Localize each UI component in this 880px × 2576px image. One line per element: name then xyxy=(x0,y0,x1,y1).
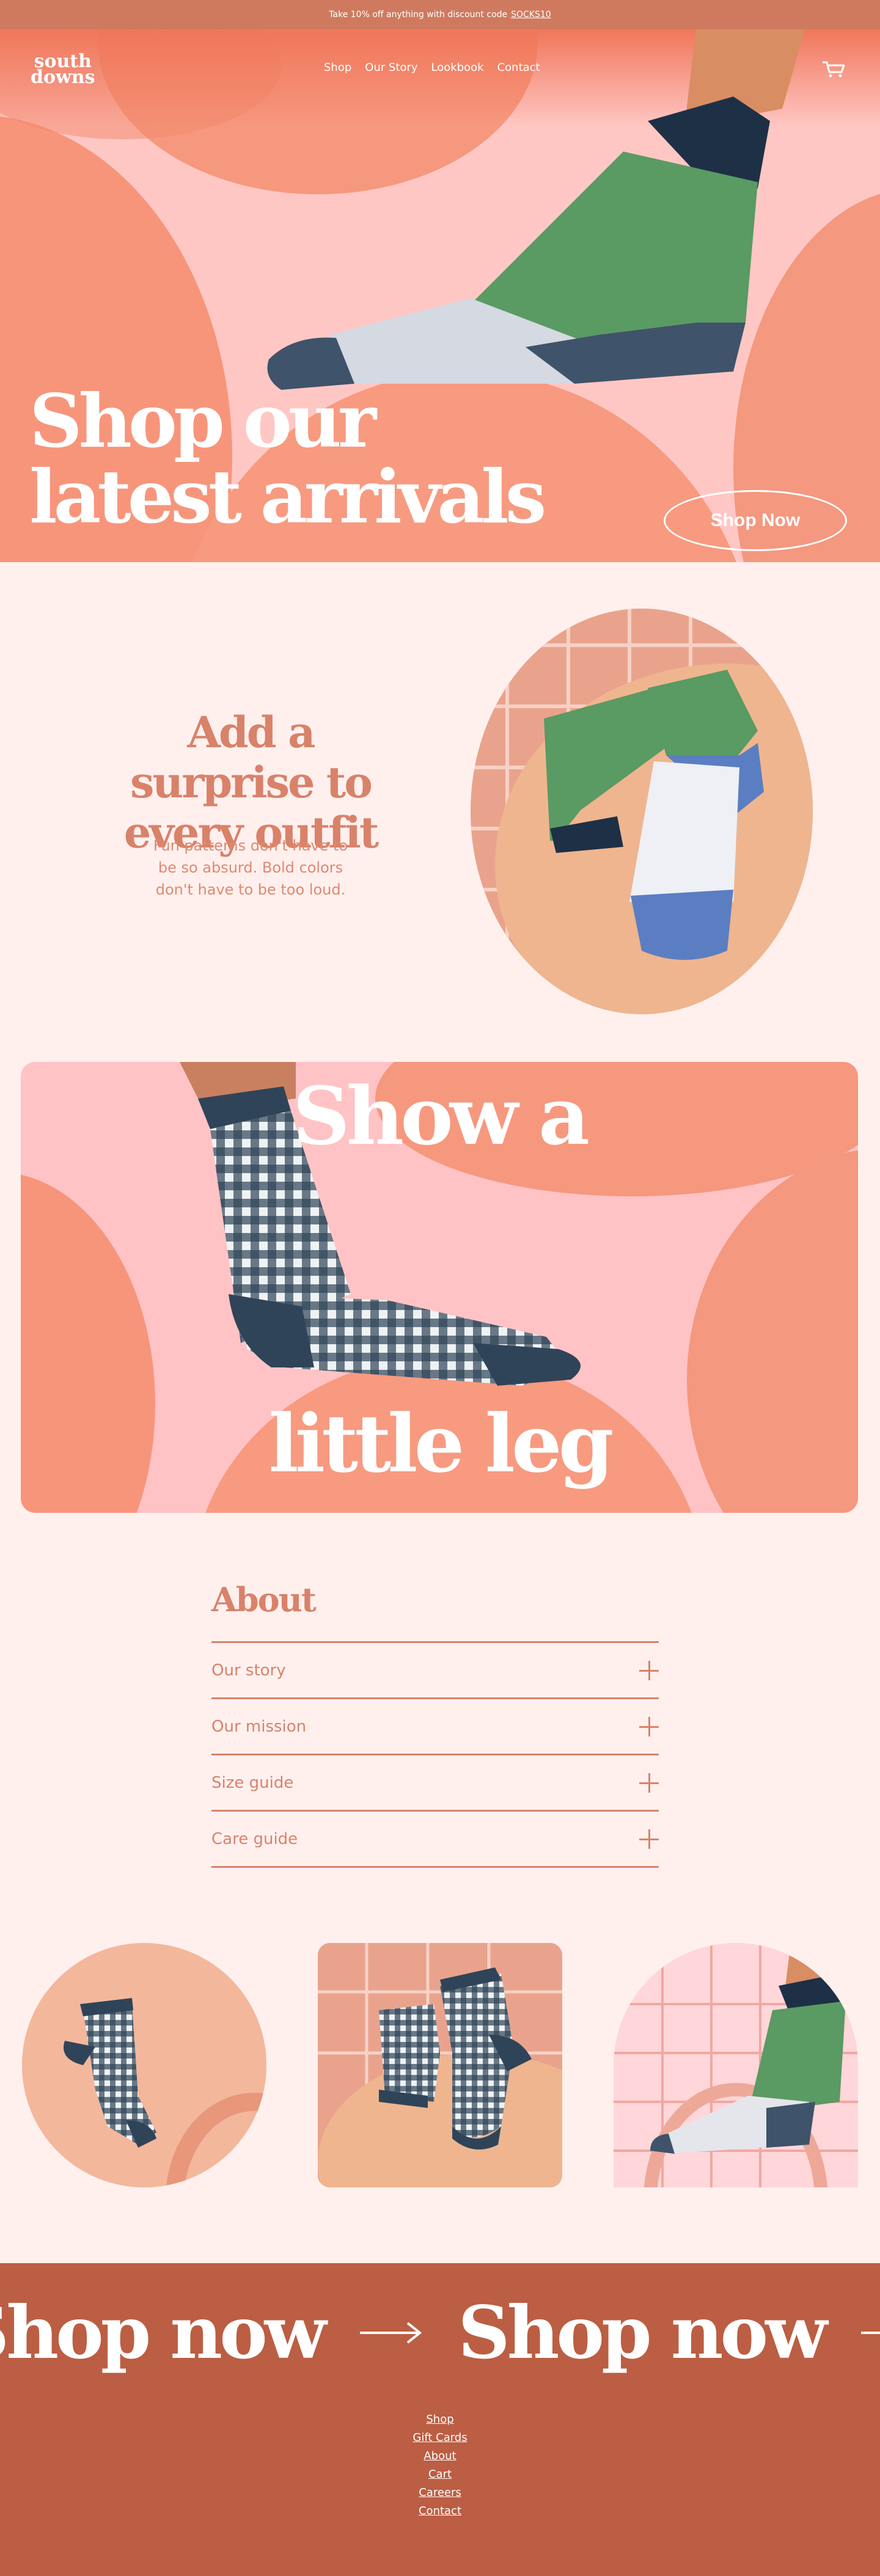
gallery-image-arch xyxy=(614,1943,858,2187)
socks-pair-illustration xyxy=(471,609,813,1014)
main-nav: Shop Our Story Lookbook Contact xyxy=(324,61,540,74)
marquee-text[interactable]: Shop now xyxy=(458,2290,827,2375)
cart-icon[interactable] xyxy=(821,60,846,78)
accordion-label: Size guide xyxy=(211,1773,294,1792)
leg-heading-top: Show a xyxy=(292,1069,590,1163)
surprise-text: Fun patterns don't have to be so absurd.… xyxy=(153,837,348,898)
accordion-item-care-guide[interactable]: Care guide xyxy=(211,1812,659,1868)
footer-link-careers[interactable]: Careers xyxy=(419,2487,461,2499)
marquee-text[interactable]: Shop now xyxy=(0,2290,326,2375)
plus-icon[interactable] xyxy=(639,1660,659,1680)
accordion-item-size-guide[interactable]: Size guide xyxy=(211,1755,659,1812)
announcement-text: Take 10% off anything with discount code xyxy=(329,10,508,20)
accordion-item-our-mission[interactable]: Our mission xyxy=(211,1699,659,1755)
leg-heading-bottom: little leg xyxy=(268,1397,614,1490)
accordion-label: Our story xyxy=(211,1661,286,1680)
hero-title: Shop our latest arrivals xyxy=(29,378,546,540)
logo-line2: downs xyxy=(31,67,95,88)
about-heading: About xyxy=(211,1580,317,1619)
brand-logo[interactable]: south downs xyxy=(31,53,95,88)
about-accordion: Our story Our mission Size guide Care gu… xyxy=(211,1641,659,1868)
footer-link-shop[interactable]: Shop xyxy=(426,2413,453,2426)
footer-link-about[interactable]: About xyxy=(424,2450,456,2462)
hero-title-line2: latest arrivals xyxy=(29,454,546,540)
footer-link-contact[interactable]: Contact xyxy=(419,2505,461,2517)
green-sock-leg-illustration xyxy=(614,1943,858,2187)
footer-link-cart[interactable]: Cart xyxy=(428,2468,452,2481)
show-a-little-leg-banner: Show a little leg xyxy=(21,1062,858,1513)
gingham-sock-pair-illustration xyxy=(318,1943,562,2187)
gingham-sock-flat-illustration xyxy=(22,1943,266,2187)
arrow-right-icon xyxy=(360,2321,422,2344)
announcement-bar: Take 10% off anything with discount code… xyxy=(0,0,880,29)
footer-links: Shop Gift Cards About Cart Careers Conta… xyxy=(0,2413,880,2517)
plus-icon[interactable] xyxy=(639,1716,659,1736)
footer: Shop now Shop now Shop now Shop Gift Car… xyxy=(0,2263,880,2576)
gallery-image-circle xyxy=(22,1943,266,2187)
discount-code[interactable]: SOCKS10 xyxy=(511,10,551,20)
nav-lookbook[interactable]: Lookbook xyxy=(431,61,484,74)
nav-our-story[interactable]: Our Story xyxy=(365,61,417,74)
site-header: south downs Shop Our Story Lookbook Cont… xyxy=(0,29,880,110)
nav-contact[interactable]: Contact xyxy=(497,61,540,74)
gallery-image-square xyxy=(318,1943,562,2187)
hero-title-line1: Shop our xyxy=(29,378,376,464)
plus-icon[interactable] xyxy=(639,1773,659,1793)
shop-now-button[interactable]: Shop Now xyxy=(664,490,847,551)
arrow-right-icon xyxy=(860,2331,880,2334)
socks-pair-image xyxy=(471,609,813,1014)
accordion-label: Care guide xyxy=(211,1829,298,1848)
accordion-label: Our mission xyxy=(211,1717,307,1736)
nav-shop[interactable]: Shop xyxy=(324,61,351,74)
plus-icon[interactable] xyxy=(639,1829,659,1849)
accordion-item-our-story[interactable]: Our story xyxy=(211,1643,659,1699)
shop-now-marquee[interactable]: Shop now Shop now Shop now xyxy=(0,2290,880,2375)
footer-link-gift-cards[interactable]: Gift Cards xyxy=(413,2432,467,2444)
